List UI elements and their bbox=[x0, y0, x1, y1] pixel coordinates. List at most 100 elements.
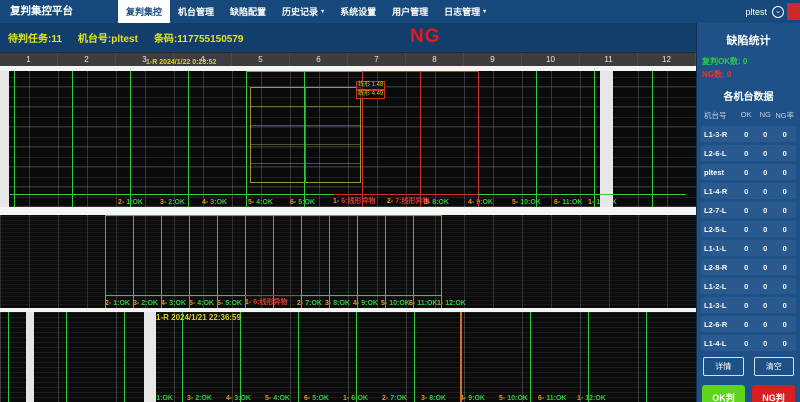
machine-id: 机台号:pltest bbox=[78, 30, 138, 45]
machine-cell: 0 bbox=[736, 244, 756, 253]
alert-badge bbox=[787, 3, 800, 20]
machine-cell: L1-3-R bbox=[702, 130, 736, 139]
nav-item-review-control[interactable]: 复判集控 bbox=[118, 0, 170, 23]
panel-image-bottom[interactable]: 1-R 2024/1/21 22:36:59 2-1:OK3-2:OK4-3:O… bbox=[0, 312, 696, 402]
machine-cell: 0 bbox=[736, 301, 756, 310]
machine-table-title: 各机台数据 bbox=[701, 88, 796, 103]
ruler-number: 7 bbox=[348, 53, 406, 66]
judge-result-badge: NG bbox=[410, 26, 441, 48]
edge-marker-line bbox=[362, 71, 478, 72]
machine-cell: 0 bbox=[736, 282, 756, 291]
separator-line bbox=[188, 71, 189, 207]
machine-table-column: NG率 bbox=[775, 110, 795, 121]
machine-cell: L1-1-L bbox=[702, 244, 736, 253]
cell-status-label: 5-4:OK bbox=[189, 300, 214, 307]
machine-row[interactable]: L1-1-L000 bbox=[701, 240, 796, 256]
machine-cell: 0 bbox=[756, 168, 775, 177]
machine-cell: 0 bbox=[736, 206, 756, 215]
machine-cell: L2-5-L bbox=[702, 225, 736, 234]
machine-row[interactable]: L1-4-L000 bbox=[701, 335, 796, 351]
nav-item-machine-management[interactable]: 机台管理 bbox=[170, 0, 222, 23]
edge-marker-line bbox=[245, 295, 301, 296]
separator-line bbox=[298, 312, 299, 402]
machine-row[interactable]: L2-6-L000 bbox=[701, 145, 796, 161]
machine-table-column: OK bbox=[736, 110, 756, 121]
ruler-number: 12 bbox=[638, 53, 696, 66]
separator-line bbox=[246, 71, 247, 207]
machine-cell: L2-6-L bbox=[702, 149, 736, 158]
separator-line bbox=[240, 312, 241, 402]
machine-cell: 0 bbox=[775, 301, 795, 310]
defect-stats-panel: 缺陷统计 复判OK数: 0 NG数: 0 各机台数据 机台号OKNGNG率 L1… bbox=[696, 23, 800, 402]
chevron-down-icon: ▾ bbox=[483, 8, 486, 15]
machine-cell: L2-8-R bbox=[702, 263, 736, 272]
panel-image-top[interactable]: 线形 1.48线形 4.49 2-1:OK3-2:OK4-3:OK5-4:OK6… bbox=[0, 71, 696, 207]
cell-status-label: 3-8:OK bbox=[424, 199, 449, 206]
chevron-down-icon: ▾ bbox=[321, 8, 324, 15]
machine-cell: 0 bbox=[756, 206, 775, 215]
machine-cell: 0 bbox=[736, 130, 756, 139]
machine-row[interactable]: L1-4-R000 bbox=[701, 183, 796, 199]
edge-marker-line bbox=[246, 71, 362, 72]
edge-marker-line bbox=[334, 194, 478, 195]
barcode: 条码:117755150579 bbox=[154, 30, 244, 45]
strip-gap bbox=[0, 207, 696, 215]
machine-cell: L2-7-L bbox=[702, 206, 736, 215]
machine-cell: 0 bbox=[775, 149, 795, 158]
machine-cell: 0 bbox=[775, 187, 795, 196]
machine-table-column: 机台号 bbox=[702, 110, 736, 121]
machine-row[interactable]: L2-6-R000 bbox=[701, 316, 796, 332]
nav-item-defect-config[interactable]: 缺陷配置 bbox=[222, 0, 274, 23]
cell-status-label: 1-6:线形异物 bbox=[333, 196, 375, 206]
separator-line bbox=[530, 312, 531, 402]
machine-row[interactable]: L2-5-L000 bbox=[701, 221, 796, 237]
machine-row[interactable]: L1-2-L000 bbox=[701, 278, 796, 294]
machine-row[interactable]: L2-7-L000 bbox=[701, 202, 796, 218]
machine-cell: L1-3-L bbox=[702, 301, 736, 310]
panel-image-middle[interactable]: 2-1:OK3-2:OK4-3:OK5-4:OK6-5:OK1-6:线形异物2-… bbox=[0, 215, 696, 308]
machine-cell: 0 bbox=[756, 301, 775, 310]
nav-item-log-management[interactable]: 日志管理▾ bbox=[436, 0, 494, 23]
user-dropdown-icon[interactable]: ⌄ bbox=[772, 6, 784, 18]
defect-region-outline bbox=[250, 87, 361, 183]
cell-status-label: 1-12:OK bbox=[577, 395, 606, 402]
cell-status-label: 2-1:OK bbox=[105, 300, 130, 307]
judge-ng-button[interactable]: NG判 bbox=[752, 385, 795, 402]
cell-status-label: 3-2:OK bbox=[160, 199, 185, 206]
nav-item-user-management[interactable]: 用户管理 bbox=[384, 0, 436, 23]
machine-row[interactable]: L1-3-L000 bbox=[701, 297, 796, 313]
defect-annotation: 线形 4.49 bbox=[356, 90, 385, 99]
image-white-band bbox=[0, 71, 9, 207]
judge-ok-button[interactable]: OK判 bbox=[702, 385, 745, 402]
machine-cell: 0 bbox=[756, 130, 775, 139]
defect-region-divider bbox=[305, 88, 306, 182]
machine-cell: 0 bbox=[775, 320, 795, 329]
machine-cell: 0 bbox=[736, 263, 756, 272]
top-navbar: 复判集控平台 复判集控机台管理缺陷配置历史记录▾系统设置用户管理日志管理▾ pl… bbox=[0, 0, 800, 23]
machine-table-header: 机台号OKNGNG率 bbox=[701, 108, 796, 123]
ruler-number: 8 bbox=[406, 53, 464, 66]
ng-count: NG数: 0 bbox=[701, 69, 796, 80]
pending-tasks: 待判任务:11 bbox=[8, 30, 62, 45]
machine-row[interactable]: L1-3-R000 bbox=[701, 126, 796, 142]
detail-button[interactable]: 详情 bbox=[703, 357, 744, 376]
inspection-main-area: 待判任务:11 机台号:pltest 条码:117755150579 NG 12… bbox=[0, 23, 696, 402]
nav-item-system-settings[interactable]: 系统设置 bbox=[332, 0, 384, 23]
cell-status-label: 1-6:线形异物 bbox=[245, 297, 287, 307]
image-white-band bbox=[144, 312, 156, 402]
ruler-number: 10 bbox=[522, 53, 580, 66]
ruler-number: 6 bbox=[290, 53, 348, 66]
machine-cell: 0 bbox=[775, 130, 795, 139]
machine-cell: 0 bbox=[775, 225, 795, 234]
defect-annotation: 线形 1.48 bbox=[356, 81, 385, 90]
machine-row[interactable]: L2-8-R000 bbox=[701, 259, 796, 275]
clear-button[interactable]: 清空 bbox=[754, 357, 795, 376]
machine-cell: L1-2-L bbox=[702, 282, 736, 291]
machine-cell: 0 bbox=[736, 149, 756, 158]
cell-status-label: 3-2:OK bbox=[187, 395, 212, 402]
machine-row[interactable]: pltest000 bbox=[701, 164, 796, 180]
nav-item-history-records[interactable]: 历史记录▾ bbox=[274, 0, 332, 23]
user-menu[interactable]: pltest ⌄ bbox=[745, 0, 784, 23]
separator-line bbox=[66, 312, 67, 402]
machine-cell: 0 bbox=[756, 244, 775, 253]
